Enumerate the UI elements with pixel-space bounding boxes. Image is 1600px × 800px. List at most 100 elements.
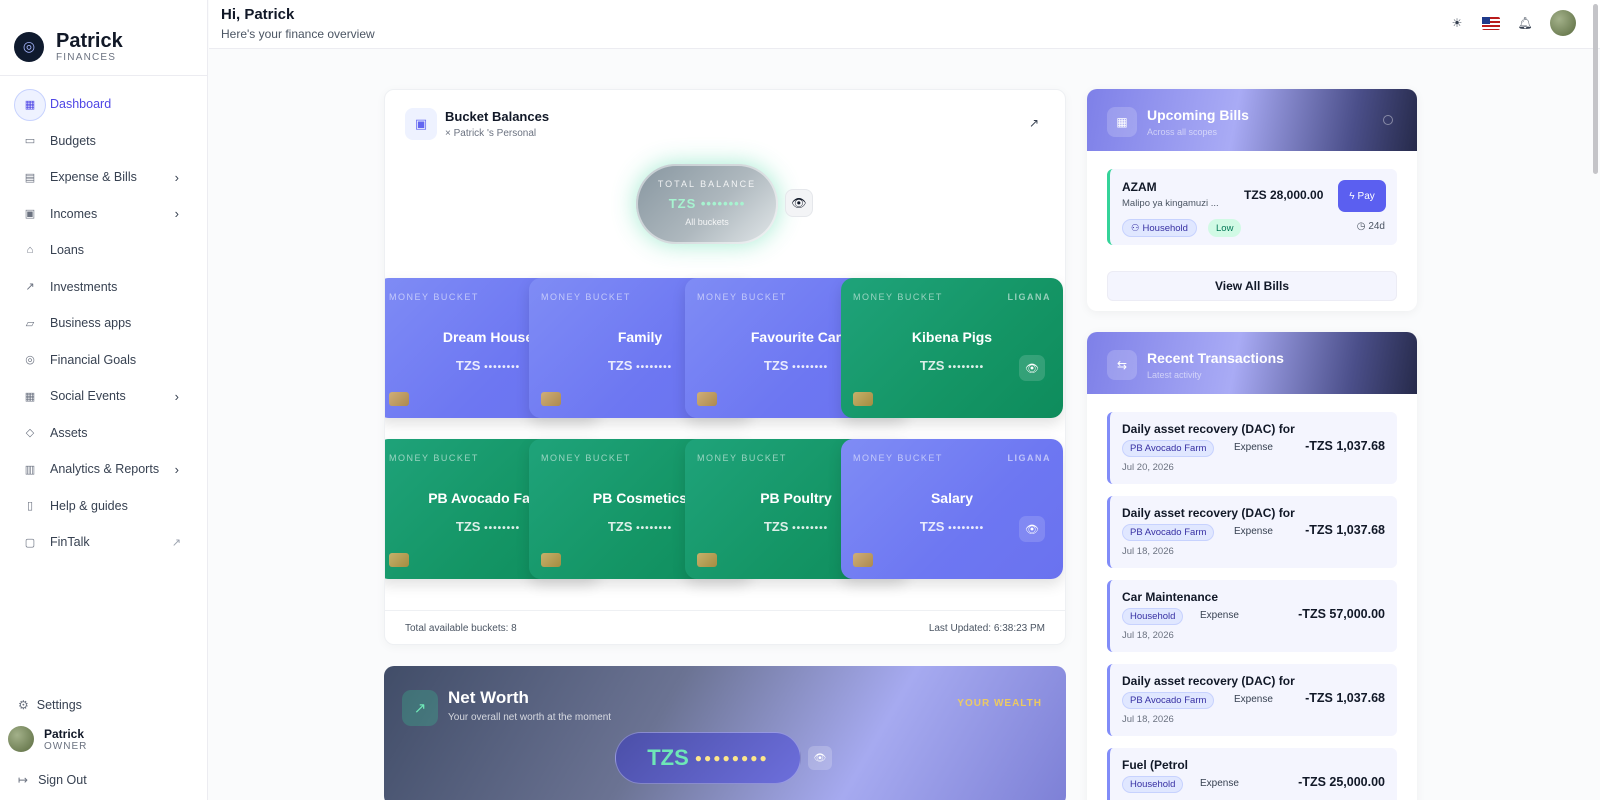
sidebar-item-label: Assets (50, 425, 88, 440)
recent-transactions-title: Recent Transactions (1147, 350, 1284, 366)
trend-up-icon: ↗ (402, 690, 438, 726)
settings-link[interactable]: ⚙ Settings (0, 692, 207, 718)
transaction-type: Expense (1200, 610, 1239, 621)
bucket-tag: MONEY BUCKET (697, 292, 787, 302)
sidebar-item-fintalk[interactable]: ▢ FinTalk ↗ (0, 524, 207, 561)
transaction-title: Fuel (Petrol (1122, 758, 1189, 772)
days-label: 24d (1368, 221, 1385, 232)
sign-out-button[interactable]: ↦ Sign Out (0, 760, 207, 800)
bucket-count: Total available buckets: 8 (405, 623, 517, 634)
bucket-tag: MONEY BUCKET (697, 453, 787, 463)
transaction-item[interactable]: Daily asset recovery (DAC) for PB Avocad… (1107, 496, 1397, 568)
bill-name: AZAM (1122, 180, 1157, 194)
sidebar-item-dashboard[interactable]: ▦ Dashboard (0, 86, 207, 123)
card-chip-icon (853, 553, 873, 567)
card-chip-icon (389, 553, 409, 567)
bucket-card-salary[interactable]: MONEY BUCKET LIGANA Salary TZS •••••••• … (841, 439, 1063, 579)
priority-badge: Low (1208, 219, 1242, 237)
transaction-item[interactable]: Fuel (Petrol Household Expense -TZS 25,0… (1107, 748, 1397, 800)
chevron-right-icon: › (174, 206, 179, 222)
card-chip-icon (541, 553, 561, 567)
transaction-type: Expense (1234, 694, 1273, 705)
bell-icon[interactable]: 🔔︎ (1516, 14, 1534, 32)
sidebar-item-loans[interactable]: ⌂ Loans (0, 232, 207, 269)
trend-up-icon[interactable]: ↗ (1029, 116, 1039, 130)
sidebar-item-business-apps[interactable]: ▱ Business apps (0, 305, 207, 342)
sun-icon[interactable]: ☀ (1448, 14, 1466, 32)
brand-name: Patrick (56, 30, 123, 52)
bucket-brand: LIGANA (1007, 453, 1051, 463)
upcoming-bills-subtitle: Across all scopes (1147, 127, 1218, 137)
last-updated: Last Updated: 6:38:23 PM (928, 623, 1045, 634)
toggle-visibility-eye-icon[interactable]: 👁︎ (785, 189, 813, 217)
eye-icon[interactable]: 👁︎ (808, 746, 832, 770)
top-header: Hi, Patrick Here's your finance overview… (209, 0, 1600, 49)
box-icon: ◇ (25, 427, 35, 440)
user-name: Patrick (44, 726, 85, 741)
card-chip-icon (853, 392, 873, 406)
header-avatar[interactable] (1550, 10, 1576, 36)
upcoming-bills-card: ▦ Upcoming Bills Across all scopes AZAM … (1087, 89, 1417, 311)
transaction-item[interactable]: Daily asset recovery (DAC) for PB Avocad… (1107, 412, 1397, 484)
upcoming-bills-header: ▦ Upcoming Bills Across all scopes (1087, 89, 1417, 151)
sidebar-item-investments[interactable]: ↗ Investments (0, 269, 207, 306)
transaction-bucket-badge: Household (1122, 776, 1184, 793)
sidebar-item-label: Budgets (50, 133, 96, 148)
calendar-icon: ▦ (1107, 107, 1137, 137)
days-remaining: ◷ 24d (1357, 221, 1385, 232)
transaction-item[interactable]: Car Maintenance Household Expense -TZS 5… (1107, 580, 1397, 652)
us-flag-icon[interactable] (1482, 16, 1500, 30)
transaction-type: Expense (1234, 526, 1273, 537)
transaction-item[interactable]: Daily asset recovery (DAC) for PB Avocad… (1107, 664, 1397, 736)
scope-badge: ⚇ Household (1122, 219, 1197, 237)
avatar (8, 726, 34, 752)
bucket-tag: MONEY BUCKET (853, 292, 943, 302)
card-chip-icon (541, 392, 561, 406)
sidebar-item-incomes[interactable]: ▣ Incomes › (0, 196, 207, 233)
sidebar-item-social-events[interactable]: ▦ Social Events › (0, 378, 207, 415)
page-scrollbar[interactable] (1593, 4, 1598, 174)
sidebar-item-budgets[interactable]: ▭ Budgets (0, 123, 207, 160)
pay-button[interactable]: ϟ Pay (1338, 180, 1386, 212)
brand[interactable]: ◎ Patrick FINANCES (0, 0, 207, 76)
upcoming-bills-title: Upcoming Bills (1147, 107, 1249, 123)
bill-description: Malipo ya kingamuzi ... (1122, 198, 1219, 209)
sidebar-item-help-guides[interactable]: ▯ Help & guides (0, 488, 207, 525)
sidebar-item-expense-bills[interactable]: ▤ Expense & Bills › (0, 159, 207, 196)
sidebar-item-assets[interactable]: ◇ Assets (0, 415, 207, 452)
net-worth-title: Net Worth (448, 688, 529, 707)
card-icon: ▭ (24, 135, 36, 148)
cash-icon: ▣ (24, 208, 36, 221)
page-subtitle: Here's your finance overview (221, 27, 375, 41)
bill-item[interactable]: AZAM Malipo ya kingamuzi ... TZS 28,000.… (1107, 169, 1397, 245)
user-profile[interactable]: Patrick OWNER (0, 718, 207, 760)
grid-icon: ▦ (24, 98, 36, 111)
bucket-card-kibena-pigs[interactable]: MONEY BUCKET LIGANA Kibena Pigs TZS ••••… (841, 278, 1063, 418)
card-chip-icon (697, 553, 717, 567)
transaction-amount: -TZS 1,037.68 (1305, 523, 1385, 537)
status-dot-icon (1383, 115, 1393, 125)
sidebar-item-label: Social Events (50, 389, 126, 404)
net-worth-masked: ●●●●●●●● (694, 751, 769, 765)
sidebar-item-financial-goals[interactable]: ◎ Financial Goals (0, 342, 207, 379)
net-worth-card: ↗ Net Worth Your overall net worth at th… (384, 666, 1066, 800)
divider (385, 610, 1065, 611)
brand-logo-icon: ◎ (14, 31, 44, 62)
trend-icon: ↗ (25, 281, 35, 294)
card-chip-icon (697, 392, 717, 406)
view-all-bills-button[interactable]: View All Bills (1107, 271, 1397, 301)
wallet-icon: ▣ (405, 108, 437, 140)
sign-out-label: Sign Out (38, 773, 87, 787)
bolt-icon: ϟ (1349, 190, 1355, 202)
eye-icon[interactable]: 👁︎ (1019, 355, 1045, 381)
target-icon: ◎ (25, 354, 35, 367)
sidebar-item-analytics-reports[interactable]: ▥ Analytics & Reports › (0, 451, 207, 488)
sidebar-item-label: Help & guides (50, 498, 128, 513)
bucket-balances-scope: × Patrick 's Personal (445, 128, 537, 139)
bucket-tag: MONEY BUCKET (389, 292, 479, 302)
net-worth-value-pill: TZS ●●●●●●●● (615, 732, 801, 784)
transaction-date: Jul 18, 2026 (1122, 546, 1174, 557)
eye-icon[interactable]: 👁︎ (1019, 516, 1045, 542)
transaction-date: Jul 20, 2026 (1122, 462, 1174, 473)
sidebar-item-label: FinTalk (50, 535, 90, 550)
